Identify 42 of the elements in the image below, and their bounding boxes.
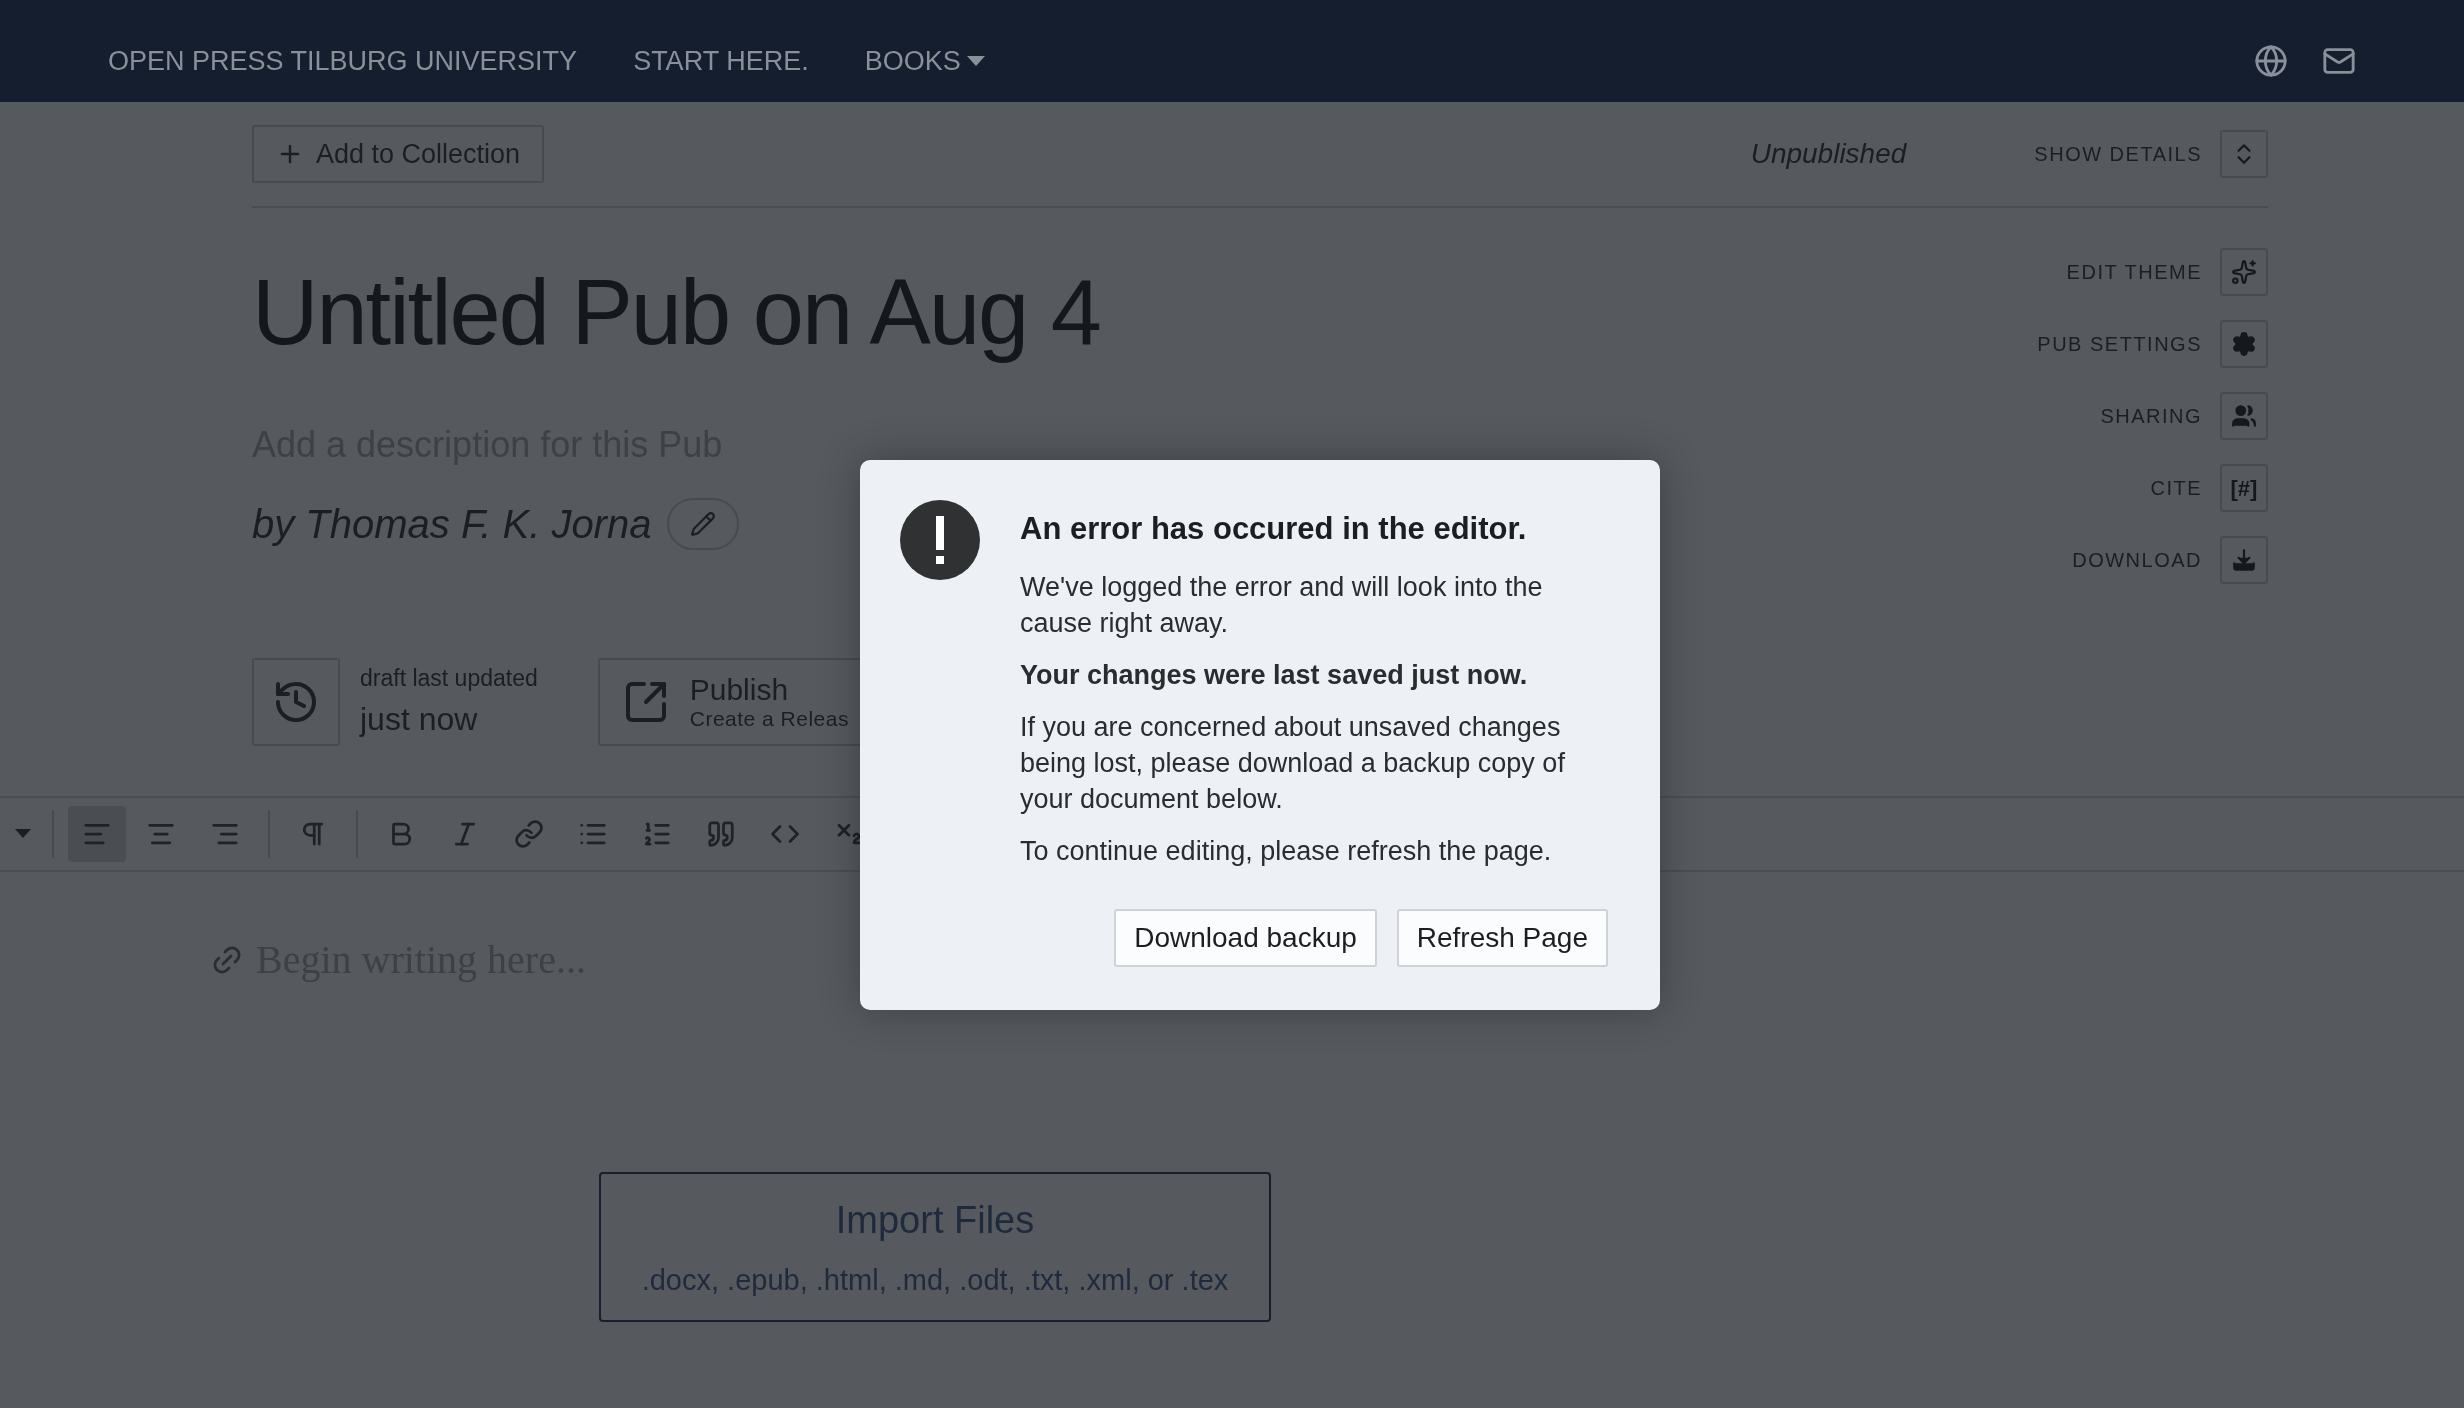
action-label: CITE <box>2150 476 2202 501</box>
theme-button[interactable] <box>2220 248 2268 296</box>
dialog-title: An error has occured in the editor. <box>1020 510 1528 548</box>
nav-link[interactable]: OPEN PRESS TILBURG UNIVERSITY <box>108 40 578 82</box>
nav-link[interactable]: BOOKS <box>864 40 985 82</box>
globe-icon[interactable] <box>2254 44 2288 78</box>
caret-icon <box>15 829 31 839</box>
pub-title: Untitled Pub on Aug 4 <box>252 260 1101 365</box>
sparkles-icon <box>2231 259 2257 285</box>
action-label: SHOW DETAILS <box>2034 142 2202 167</box>
align-left-button[interactable] <box>68 806 126 862</box>
show-details-button[interactable] <box>2220 130 2268 178</box>
download-button[interactable] <box>2220 536 2268 584</box>
edit-byline-button[interactable] <box>667 498 740 550</box>
dialog-message: To continue editing, please refresh the page. <box>1020 834 1553 868</box>
dialog-button[interactable]: Refresh Page <box>1396 908 1608 967</box>
caret-icon <box>966 56 985 66</box>
settings-button[interactable] <box>2220 320 2268 368</box>
byline: by Thomas F. K. Jorna <box>252 501 652 548</box>
publication-status: Unpublished <box>1750 137 1907 171</box>
nav-link[interactable]: START HERE. <box>633 40 809 82</box>
add-to-collection-button[interactable]: Add to Collection <box>252 125 545 183</box>
action-label: DOWNLOAD <box>2072 548 2202 573</box>
pencil-icon <box>690 511 717 537</box>
settings-icon <box>2231 331 2257 357</box>
dialog-message: Your changes were last saved just now. <box>1020 658 1529 692</box>
dialog-message: We've logged the error and will look into the cause right away. <box>1020 570 1544 640</box>
draft-time: just now <box>360 700 479 740</box>
dialog-message: If you are concerned about unsaved changes being lost, please download a backup copy of your document below. <box>1020 710 1566 816</box>
cite-button[interactable]: [#] <box>2220 464 2268 512</box>
dialog-button[interactable]: Download backup <box>1114 908 1377 967</box>
action-label: PUB SETTINGS <box>2037 332 2202 357</box>
people-icon <box>2231 403 2257 429</box>
action-label: EDIT THEME <box>2066 260 2202 285</box>
warning-icon <box>900 500 980 580</box>
action-label: SHARING <box>2100 404 2202 429</box>
link-icon <box>514 819 544 849</box>
history-button[interactable] <box>252 658 340 746</box>
quote-icon <box>706 819 736 849</box>
sharing-button[interactable] <box>2220 392 2268 440</box>
draft-caption: draft last updated <box>360 663 538 693</box>
download-icon <box>2231 547 2257 573</box>
